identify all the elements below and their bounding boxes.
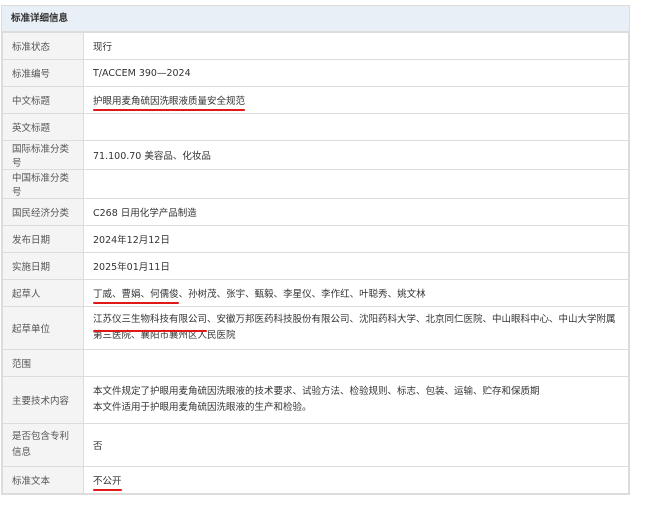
patent-value: 否: [83, 423, 629, 467]
english-title-value: [83, 113, 629, 141]
row-label: 中文标题: [2, 86, 84, 114]
table-row: 主要技术内容 本文件规定了护眼用麦角硫因洗眼液的技术要求、试验方法、检验规则、标…: [2, 376, 629, 424]
table-row: 国际标准分类号 71.100.70 美容品、化妆品: [2, 140, 629, 170]
drafters-rest: 、孙树茂、张宇、甄毅、李星仪、李作红、叶聪秀、姚文林: [178, 289, 426, 300]
row-label: 国民经济分类: [2, 198, 84, 226]
table-row: 实施日期 2025年01月11日: [2, 252, 629, 280]
table-row: 标准文本 不公开: [2, 466, 629, 494]
row-label: 标准文本: [2, 466, 84, 494]
row-label: 标准状态: [2, 32, 84, 60]
row-label: 主要技术内容: [2, 376, 84, 424]
row-label: 国际标准分类号: [2, 140, 84, 170]
detail-table: 标准状态 现行 标准编号 T/ACCEM 390—2024 中文标题 护眼用麦角…: [2, 32, 629, 494]
table-row: 英文标题: [2, 113, 629, 141]
table-row: 起草人 丁威、曹娟、何儒俊、孙树茂、张宇、甄毅、李星仪、李作红、叶聪秀、姚文林: [2, 279, 629, 307]
publish-date-value: 2024年12月12日: [83, 225, 629, 253]
row-label: 标准编号: [2, 59, 84, 87]
row-label: 起草人: [2, 279, 84, 307]
row-label: 发布日期: [2, 225, 84, 253]
row-label: 起草单位: [2, 306, 84, 350]
row-label: 英文标题: [2, 113, 84, 141]
status-value: 现行: [83, 32, 629, 60]
table-row: 是否包含专利信息 否: [2, 423, 629, 467]
drafters-value: 丁威、曹娟、何儒俊、孙树茂、张宇、甄毅、李星仪、李作红、叶聪秀、姚文林: [83, 279, 629, 307]
drafting-units-value: 江苏仪三生物科技有限公司、安徽万邦医药科技股份有限公司、沈阳药科大学、北京同仁医…: [83, 306, 629, 350]
table-row: 标准状态 现行: [2, 32, 629, 60]
row-label: 中国标准分类号: [2, 169, 84, 199]
chinese-title-value: 护眼用麦角硫因洗眼液质量安全规范: [93, 93, 246, 111]
table-row: 标准编号 T/ACCEM 390—2024: [2, 59, 629, 87]
table-row: 范围: [2, 349, 629, 377]
content-line: 本文件适用于护眼用麦角硫因洗眼液的生产和检验。: [93, 402, 312, 413]
row-label: 是否包含专利信息: [2, 423, 84, 467]
table-row: 中文标题 护眼用麦角硫因洗眼液质量安全规范: [2, 86, 629, 114]
industry-value: C268 日用化学产品制造: [83, 198, 629, 226]
table-row: 发布日期 2024年12月12日: [2, 225, 629, 253]
content-line: 本文件规定了护眼用麦角硫因洗眼液的技术要求、试验方法、检验规则、标志、包装、运输…: [93, 386, 540, 397]
scope-value: [83, 349, 629, 377]
row-label: 实施日期: [2, 252, 84, 280]
drafter-name: 丁威: [93, 289, 113, 300]
drafter-name: 何儒俊: [150, 289, 179, 300]
table-row: 国民经济分类 C268 日用化学产品制造: [2, 198, 629, 226]
implement-date-value: 2025年01月11日: [83, 252, 629, 280]
panel-title: 标准详细信息: [2, 6, 629, 32]
standard-number-value: T/ACCEM 390—2024: [83, 59, 629, 87]
ics-value: 71.100.70 美容品、化妆品: [83, 140, 629, 170]
table-row: 起草单位 江苏仪三生物科技有限公司、安徽万邦医药科技股份有限公司、沈阳药科大学、…: [2, 306, 629, 350]
drafting-unit-primary: 江苏仪三生物科技有限公司: [93, 312, 208, 332]
drafter-name: 曹娟: [121, 289, 141, 300]
row-label: 范围: [2, 349, 84, 377]
ccs-value: [83, 169, 629, 199]
table-row: 中国标准分类号: [2, 169, 629, 199]
main-content-value: 本文件规定了护眼用麦角硫因洗眼液的技术要求、试验方法、检验规则、标志、包装、运输…: [83, 376, 629, 424]
standard-text-value: 不公开: [93, 473, 122, 491]
standard-detail-panel: 标准详细信息 标准状态 现行 标准编号 T/ACCEM 390—2024 中文标…: [1, 5, 630, 495]
